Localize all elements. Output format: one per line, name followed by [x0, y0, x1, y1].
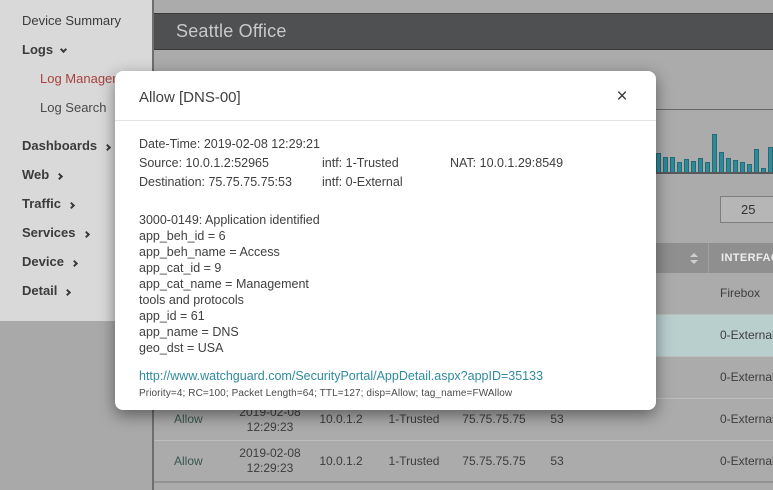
histogram-bar [747, 164, 752, 172]
page-size-value: 25 [741, 202, 755, 217]
histogram-bar [712, 134, 717, 172]
page-size-select[interactable]: 25 [720, 196, 773, 223]
dialog-body: Date-Time: 2019-02-08 12:29:21Source: 10… [115, 121, 656, 399]
cell-interface: Firebox [708, 286, 773, 301]
histogram-bar [726, 158, 731, 172]
sidebar-item-label: Device [22, 254, 64, 269]
histogram-bar [663, 157, 668, 172]
histogram-bar [698, 158, 703, 172]
cell-destination: 75.75.75.75 [454, 454, 534, 469]
table-row[interactable]: Allow2019-02-08 12:29:2310.0.1.21-Truste… [154, 441, 773, 483]
cell-destination: 75.75.75.75 [454, 412, 534, 427]
chevron-right-icon [64, 289, 71, 296]
sidebar-item-device-summary[interactable]: Device Summary [0, 6, 152, 35]
cell-source: 10.0.1.2 [308, 454, 374, 469]
sidebar-item-label: Log Search [40, 100, 107, 115]
chevron-right-icon [82, 231, 89, 238]
cell-interface: 0-External [708, 328, 773, 343]
cell-action: Allow [154, 412, 232, 427]
application-info-line: 3000-0149: Application identified [139, 212, 632, 228]
histogram-bar [754, 149, 759, 172]
application-info-line: app_cat_id = 9 [139, 260, 632, 276]
chevron-right-icon [56, 173, 63, 180]
packet-detail-line: Priority=4; RC=100; Packet Length=64; TT… [139, 388, 632, 399]
sidebar-item-label: Traffic [22, 196, 61, 211]
histogram-bar [719, 152, 724, 172]
info-row: Date-Time: 2019-02-08 12:29:21 [139, 135, 632, 154]
dialog-title: Allow [DNS-00] [139, 89, 241, 106]
cell-source: 10.0.1.2 [308, 412, 374, 427]
interface-header-label: INTERFACE [721, 252, 773, 264]
info-row: Source: 10.0.1.2:52965intf: 1-TrustedNAT… [139, 154, 632, 173]
log-detail-dialog: Allow [DNS-00] Date-Time: 2019-02-08 12:… [115, 71, 656, 410]
cell-datetime: 2019-02-08 12:29:23 [232, 446, 308, 476]
application-info-line: app_beh_name = Access [139, 244, 632, 260]
device-header-bar: Seattle Office [154, 13, 773, 50]
sidebar-item-label: Web [22, 167, 49, 182]
sort-icon[interactable] [690, 253, 698, 264]
device-title: Seattle Office [176, 21, 287, 41]
chevron-right-icon [68, 202, 75, 209]
info-cell: Destination: 75.75.75.75:53 [139, 173, 322, 192]
application-info-line: geo_dst = USA [139, 340, 632, 356]
info-cell: intf: 0-External [322, 173, 450, 192]
header-cell-interface[interactable]: INTERFACE [708, 243, 773, 273]
histogram-bar [677, 162, 682, 172]
histogram-bar [691, 161, 696, 172]
sidebar-item-label: Dashboards [22, 138, 97, 153]
chevron-right-icon [71, 260, 78, 267]
cell-interface: 0-External [708, 412, 773, 427]
traffic-histogram [649, 133, 773, 172]
chevron-down-icon [60, 46, 67, 53]
info-cell [450, 173, 632, 192]
cell-interface: 0-External [708, 454, 773, 469]
info-cell: intf: 1-Trusted [322, 154, 450, 173]
sidebar-item-label: Device Summary [22, 13, 121, 28]
close-icon[interactable] [610, 85, 634, 109]
connection-info: Date-Time: 2019-02-08 12:29:21Source: 10… [139, 135, 632, 192]
histogram-bar [768, 147, 773, 172]
dialog-header: Allow [DNS-00] [115, 71, 656, 121]
sidebar-item-label: Detail [22, 283, 57, 298]
histogram-bar [656, 153, 661, 172]
info-cell [322, 135, 450, 154]
chevron-right-icon [104, 144, 111, 151]
application-info-line: app_name = DNS [139, 324, 632, 340]
application-info-line: app_beh_id = 6 [139, 228, 632, 244]
application-info-line: tools and protocols [139, 292, 632, 308]
histogram-bar [670, 157, 675, 172]
cell-action: Allow [154, 454, 232, 469]
histogram-bar [740, 162, 745, 172]
info-cell: Date-Time: 2019-02-08 12:29:21 [139, 135, 322, 154]
cell-src-intf: 1-Trusted [374, 412, 454, 427]
cell-interface: 0-External [708, 370, 773, 385]
histogram-bar [684, 159, 689, 172]
cell-port: 53 [534, 412, 580, 427]
application-info-line: app_id = 61 [139, 308, 632, 324]
info-cell [450, 135, 632, 154]
application-info-line: app_cat_name = Management [139, 276, 632, 292]
sidebar-item-label: Logs [22, 42, 53, 57]
sidebar-item-label: Log Manager [40, 71, 117, 86]
cell-src-intf: 1-Trusted [374, 454, 454, 469]
info-row: Destination: 75.75.75.75:53intf: 0-Exter… [139, 173, 632, 192]
histogram-bar [705, 162, 710, 172]
security-portal-link[interactable]: http://www.watchguard.com/SecurityPortal… [139, 369, 632, 383]
info-cell: Source: 10.0.1.2:52965 [139, 154, 322, 173]
sidebar-item-logs[interactable]: Logs [0, 35, 152, 64]
cell-port: 53 [534, 454, 580, 469]
application-info: 3000-0149: Application identifiedapp_beh… [139, 212, 632, 356]
info-cell: NAT: 10.0.1.29:8549 [450, 154, 632, 173]
histogram-bar [733, 160, 738, 172]
sidebar-item-label: Services [22, 225, 76, 240]
